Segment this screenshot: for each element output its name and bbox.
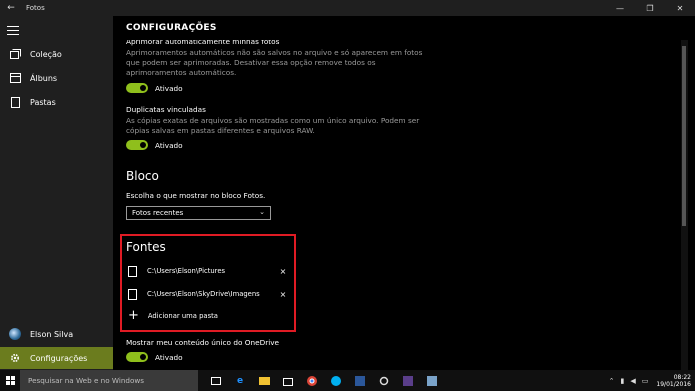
avatar <box>9 328 21 340</box>
volume-icon[interactable]: ◀ <box>630 377 635 385</box>
page-title: CONFIGURAÇÕES <box>126 23 217 33</box>
add-folder-label: Adicionar uma pasta <box>147 312 218 320</box>
source-folder-row: C:\Users\Elson\SkyDrive\Imagens × <box>128 285 288 303</box>
onedrive-title: Mostrar meu conteúdo único do OneDrive <box>126 338 280 347</box>
sidebar-item-label: Configurações <box>30 353 88 363</box>
enhance-toggle-row: Ativado <box>126 83 183 93</box>
folders-icon <box>0 96 30 108</box>
photos-app-icon[interactable] <box>420 370 444 391</box>
hamburger-menu-icon[interactable] <box>7 26 19 36</box>
chrome-icon[interactable] <box>300 370 324 391</box>
tile-dropdown[interactable]: Fotos recentes ⌄ <box>126 206 271 220</box>
onedrive-toggle-state: Ativado <box>155 352 183 362</box>
notifications-icon[interactable]: ▭ <box>642 377 649 385</box>
settings-content: CONFIGURAÇÕES Aprimorar automaticamente … <box>113 16 688 370</box>
page-header: CONFIGURAÇÕES <box>113 16 688 40</box>
enhance-toggle[interactable] <box>126 83 148 93</box>
scrollbar-thumb[interactable] <box>682 46 686 226</box>
user-name: Elson Silva <box>30 329 74 339</box>
sidebar-item-label: Pastas <box>30 97 56 107</box>
sidebar: Coleção Álbuns Pastas Elson Silva Config… <box>0 16 113 370</box>
window-controls: — ❐ ✕ <box>605 0 695 16</box>
taskbar: Pesquisar na Web e no Windows e ⌃ ▮ ◀ ▭ … <box>0 370 695 391</box>
remove-folder-button[interactable]: × <box>278 267 288 276</box>
scrollbar[interactable] <box>681 16 688 370</box>
source-folder-row: C:\Users\Elson\Pictures × <box>128 262 288 280</box>
duplicates-description-line1: As cópias exatas de arquivos são mostrad… <box>126 116 420 125</box>
collection-icon <box>0 49 30 59</box>
onedrive-toggle[interactable] <box>126 352 148 362</box>
maximize-button[interactable]: ❐ <box>635 0 665 16</box>
folder-document-icon <box>128 288 137 300</box>
clock-time: 08:22 <box>673 373 691 381</box>
duplicates-title: Duplicatas vinculadas <box>126 105 206 114</box>
clock-date: 19/01/2016 <box>656 380 691 388</box>
store-icon[interactable] <box>276 370 300 391</box>
start-button[interactable] <box>0 370 20 391</box>
duplicates-toggle[interactable] <box>126 140 148 150</box>
network-icon[interactable]: ▮ <box>621 377 625 385</box>
edge-browser-icon[interactable]: e <box>228 370 252 391</box>
minimize-button[interactable]: — <box>605 0 635 16</box>
sidebar-item-collection[interactable]: Coleção <box>0 43 113 65</box>
enhance-description-line3: aprimoramentos automáticos. <box>126 68 237 77</box>
chevron-down-icon: ⌄ <box>259 208 265 216</box>
enhance-description-line1: Aprimoramentos automáticos não são salvo… <box>126 48 423 57</box>
tile-section-heading: Bloco <box>126 169 159 183</box>
sources-highlight-box: Fontes C:\Users\Elson\Pictures × C:\User… <box>120 234 296 332</box>
plus-icon: + <box>128 308 139 323</box>
system-tray: ⌃ ▮ ◀ ▭ 08:22 19/01/2016 <box>603 370 695 391</box>
duplicates-toggle-row: Ativado <box>126 140 183 150</box>
duplicates-description-line2: cópias salvas em pastas diferentes e arq… <box>126 126 315 135</box>
skype-icon[interactable] <box>324 370 348 391</box>
sidebar-item-label: Álbuns <box>30 73 58 83</box>
user-account[interactable]: Elson Silva <box>0 323 113 345</box>
duplicates-toggle-state: Ativado <box>155 140 183 150</box>
clock[interactable]: 08:22 19/01/2016 <box>656 374 691 388</box>
albums-icon <box>0 73 30 83</box>
close-button[interactable]: ✕ <box>665 0 695 16</box>
windows-logo-icon <box>5 376 15 385</box>
taskbar-apps: e <box>204 370 444 391</box>
search-placeholder: Pesquisar na Web e no Windows <box>28 376 144 385</box>
word-icon[interactable] <box>348 370 372 391</box>
source-folder-path: C:\Users\Elson\Pictures <box>147 267 226 275</box>
tile-label: Escolha o que mostrar no bloco Fotos. <box>126 191 266 200</box>
chevron-up-icon[interactable]: ⌃ <box>609 377 615 385</box>
back-arrow-icon: ← <box>7 3 15 13</box>
sources-section-heading: Fontes <box>126 240 166 254</box>
window-title: Fotos <box>26 4 45 12</box>
taskbar-search-box[interactable]: Pesquisar na Web e no Windows <box>20 370 198 391</box>
title-bar: ← Fotos — ❐ ✕ <box>0 0 695 16</box>
photos-app-window: ← Fotos — ❐ ✕ Coleção Álbuns Pastas Elso… <box>0 0 695 391</box>
remove-folder-button[interactable]: × <box>278 290 288 299</box>
enhance-description-line2: que podem ser aprimoradas. Desativar ess… <box>126 58 376 67</box>
add-folder-button[interactable]: + Adicionar uma pasta <box>128 307 288 325</box>
settings-app-icon[interactable] <box>372 370 396 391</box>
tile-dropdown-value: Fotos recentes <box>132 209 184 217</box>
file-explorer-icon[interactable] <box>252 370 276 391</box>
sidebar-item-albums[interactable]: Álbuns <box>0 67 113 89</box>
sidebar-item-label: Coleção <box>30 49 62 59</box>
sidebar-item-folders[interactable]: Pastas <box>0 91 113 113</box>
gear-icon <box>0 353 30 363</box>
folder-document-icon <box>128 265 137 277</box>
enhance-toggle-state: Ativado <box>155 83 183 93</box>
onedrive-toggle-row: Ativado <box>126 352 183 362</box>
media-app-icon[interactable] <box>396 370 420 391</box>
source-folder-path: C:\Users\Elson\SkyDrive\Imagens <box>147 290 260 298</box>
task-view-icon[interactable] <box>204 370 228 391</box>
back-button[interactable]: ← <box>0 0 22 16</box>
sidebar-item-settings[interactable]: Configurações <box>0 347 113 369</box>
